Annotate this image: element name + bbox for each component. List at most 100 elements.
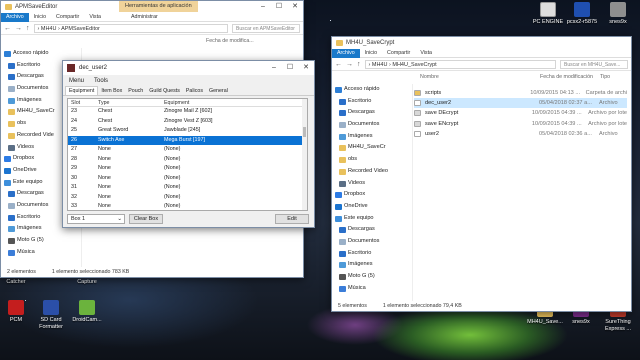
desktop-icon-sd-card-formatter[interactable]: SD Card Formatter [31, 300, 71, 330]
cell-slot: 32 [71, 193, 77, 200]
up-arrow-icon[interactable]: ↑ [26, 25, 30, 32]
table-row[interactable]: 29 None (None) [68, 164, 307, 174]
table-row[interactable]: 28 None (None) [68, 155, 307, 165]
desktop-icon-pcsx2[interactable]: pcsx2-r5875 [562, 2, 602, 26]
breadcrumb-item[interactable]: MH4U [41, 26, 57, 32]
nav-item[interactable]: Documentos [332, 236, 412, 248]
context-tab-application-tools[interactable]: Herramientas de aplicación [119, 1, 198, 12]
minimize-icon[interactable]: – [266, 61, 282, 75]
breadcrumb-item[interactable]: APMSaveEditor [61, 26, 100, 32]
ribbon-tab-share[interactable]: Compartir [51, 14, 84, 20]
nav-item[interactable]: obs [332, 154, 412, 166]
file-row[interactable]: user2 05/04/2018 02:36 a... Archivo [414, 129, 627, 139]
table-row[interactable]: 31 None (None) [68, 183, 307, 193]
window-controls: – ☐ ✕ [266, 61, 314, 75]
ribbon-tab-home[interactable]: Inicio [360, 50, 382, 56]
nav-item[interactable]: Imágenes [332, 131, 412, 143]
tab-palicos[interactable]: Palicos [183, 87, 206, 95]
file-row[interactable]: dec_user2 05/04/2018 02:37 a... Archivo [414, 98, 627, 109]
minimize-icon[interactable]: – [255, 1, 271, 13]
breadcrumb-item[interactable]: MH4U [372, 62, 388, 68]
tab-guild-quests[interactable]: Guild Quests [146, 87, 183, 95]
nav-item[interactable]: Documentos [332, 119, 412, 131]
ribbon-tab-share[interactable]: Compartir [382, 50, 415, 56]
ribbon-tab-manage[interactable]: Administrar [126, 14, 163, 20]
ribbon-tab-home[interactable]: Inicio [29, 14, 51, 20]
ribbon-tab-view[interactable]: Vista [415, 50, 437, 56]
nav-item[interactable]: Escritorio [332, 248, 412, 260]
nav-item[interactable]: Moto G (5) [1, 235, 81, 247]
ribbon-tab-file[interactable]: Archivo [332, 48, 360, 58]
tab-general[interactable]: General [206, 87, 231, 95]
desktop-icon-droidcam[interactable]: DroidCam... [67, 300, 107, 324]
back-arrow-icon[interactable]: ← [335, 61, 342, 68]
breadcrumb-item[interactable]: MH4U_SaveCrypt [392, 62, 436, 68]
vertical-scrollbar[interactable] [302, 99, 307, 210]
close-icon[interactable]: ✕ [298, 61, 314, 75]
nav-item[interactable]: Moto G (5) [332, 271, 412, 283]
table-row[interactable]: 26 Switch Axe Mega Burst [197] [68, 135, 307, 145]
nav-item[interactable]: Música [1, 247, 81, 259]
nav-item[interactable]: Escritorio [332, 96, 412, 108]
close-icon[interactable]: ✕ [287, 1, 303, 13]
nav-item[interactable]: Imágenes [332, 259, 412, 271]
nav-item[interactable]: OneDrive [332, 201, 412, 213]
column-header-slot[interactable]: Slot [68, 99, 98, 106]
title-bar[interactable]: APMSaveEditor Herramientas de aplicación… [1, 1, 303, 13]
edit-button[interactable]: Edit [275, 214, 309, 224]
nav-item[interactable]: Dropbox [332, 189, 412, 201]
tab-equipment[interactable]: Equipment [65, 86, 99, 95]
desktop-label-catcher[interactable]: Catcher [0, 279, 36, 286]
clear-box-button[interactable]: Clear Box [129, 214, 163, 224]
column-header-equipment[interactable]: Equipment [164, 99, 284, 106]
ribbon-tab-file[interactable]: Archivo [1, 12, 29, 22]
file-row[interactable]: save ENcrypt 10/09/2015 04:39 ... Archivo … [414, 119, 627, 129]
forward-arrow-icon[interactable]: → [346, 61, 353, 68]
column-header-date[interactable]: Fecha de modificación [540, 73, 600, 82]
nav-item[interactable]: Recorded Video [332, 166, 412, 178]
table-row[interactable]: 23 Chest Zinogre Mail Z [602] [68, 107, 307, 117]
column-header-date[interactable]: Fecha de modifica... [206, 37, 254, 46]
back-arrow-icon[interactable]: ← [4, 25, 11, 32]
column-header-type[interactable]: Type [98, 99, 164, 106]
nav-item-label: Imágenes [348, 261, 373, 268]
title-bar[interactable]: dec_user2 – ☐ ✕ [63, 61, 314, 75]
menu-tools[interactable]: Tools [94, 78, 108, 84]
tab-item-box[interactable]: Item Box [98, 87, 125, 95]
column-header-type[interactable]: Tipo [600, 73, 610, 82]
nav-item[interactable]: Música [332, 283, 412, 295]
nav-item[interactable]: Acceso rápido [1, 48, 81, 60]
tab-strip: Equipment Item Box Pouch Guild Quests Palico… [63, 86, 314, 96]
file-row[interactable]: scripts 10/09/2015 04:13 ... Carpeta de ar… [414, 88, 627, 98]
desktop-icon-snes9x[interactable]: snes9x [598, 2, 638, 26]
table-row[interactable]: 33 None (None) [68, 202, 307, 210]
file-row[interactable]: save DEcrypt 10/09/2015 04:39 ... Archivo … [414, 108, 627, 118]
nav-item[interactable]: Acceso rápido [332, 84, 412, 96]
box-select[interactable]: Box 1 ⌄ [67, 214, 125, 224]
nav-item[interactable]: Descargas [332, 107, 412, 119]
menu-menu[interactable]: Menu [69, 78, 84, 84]
ribbon-tab-view[interactable]: Vista [84, 14, 106, 20]
table-row[interactable]: 27 None (None) [68, 145, 307, 155]
tab-pouch[interactable]: Pouch [125, 87, 146, 95]
table-row[interactable]: 25 Great Sword Jawblade [245] [68, 126, 307, 136]
maximize-icon[interactable]: ☐ [271, 1, 287, 13]
maximize-icon[interactable]: ☐ [282, 61, 298, 75]
breadcrumb[interactable]: › MH4U › APMSaveEditor [33, 23, 228, 33]
search-input[interactable]: Buscar en MH4U_Save... [560, 59, 628, 69]
nav-item[interactable]: Este equipo [332, 213, 412, 225]
breadcrumb[interactable]: › MH4U › MH4U_SaveCrypt [364, 59, 556, 69]
nav-item[interactable]: MH4U_SaveCr [332, 142, 412, 154]
table-row[interactable]: 32 None (None) [68, 193, 307, 203]
nav-item[interactable]: Descargas [332, 224, 412, 236]
forward-arrow-icon[interactable]: → [15, 25, 22, 32]
table-row[interactable]: 24 Chest Zinogre Vest Z [603] [68, 117, 307, 127]
desktop-label-capture[interactable]: Capture [67, 279, 107, 286]
search-input[interactable]: Buscar en APMSaveEditor [232, 23, 300, 33]
column-header-name[interactable]: Nombre [420, 73, 540, 82]
title-bar[interactable]: MH4U_SaveCrypt [332, 37, 631, 49]
scroll-thumb[interactable] [303, 127, 306, 137]
nav-item[interactable]: Videos [332, 178, 412, 190]
table-row[interactable]: 30 None (None) [68, 174, 307, 184]
up-arrow-icon[interactable]: ↑ [357, 61, 361, 68]
